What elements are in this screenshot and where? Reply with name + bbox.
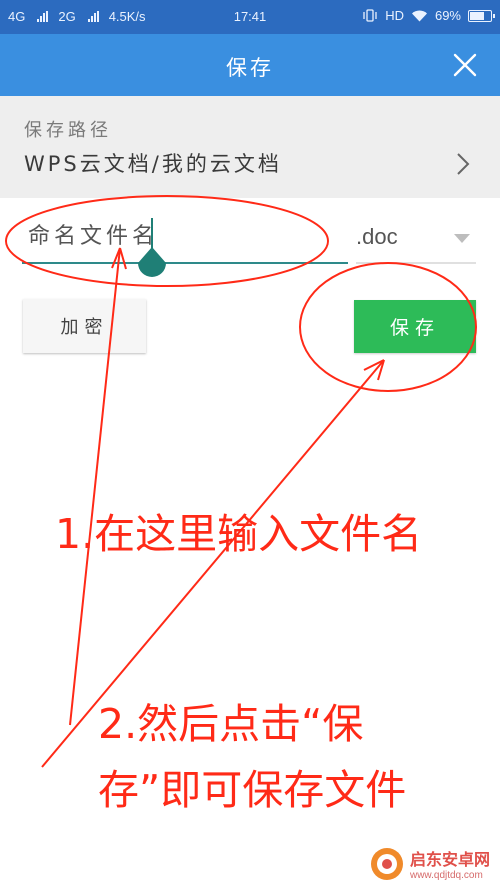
text-cursor-handle-icon[interactable] bbox=[136, 247, 168, 287]
watermark-url: www.qdjtdq.com bbox=[409, 870, 483, 881]
file-extension-select[interactable]: .doc bbox=[356, 214, 476, 264]
watermark: 启东安卓网 www.qdjtdq.com bbox=[370, 846, 490, 881]
vibrate-icon bbox=[363, 9, 377, 22]
save-path-row[interactable]: 保存路径 WPS云文档/我的云文档 bbox=[0, 96, 500, 198]
chevron-right-icon bbox=[457, 153, 470, 175]
close-icon[interactable] bbox=[452, 52, 478, 78]
arrowhead-save-icon bbox=[363, 359, 385, 381]
status-bar: 4G 2G 4.5K/s 17:41 HD 69% bbox=[0, 0, 500, 34]
annotation-step2-line2: 存”即可保存文件 bbox=[98, 766, 407, 814]
dialog-header: 保存 bbox=[0, 34, 500, 96]
wifi-icon bbox=[411, 10, 427, 22]
dropdown-caret-icon bbox=[454, 234, 470, 243]
encrypt-button[interactable]: 加密 bbox=[23, 299, 146, 353]
save-button[interactable]: 保存 bbox=[354, 300, 476, 353]
filename-input[interactable] bbox=[28, 214, 348, 258]
annotation-step1: 1.在这里输入文件名 bbox=[55, 510, 423, 558]
filename-underline bbox=[22, 262, 348, 264]
annotation-step2-line1: 2.然后点击“保 bbox=[98, 700, 364, 748]
battery-icon bbox=[468, 9, 495, 22]
status-right: HD 69% bbox=[362, 8, 495, 23]
dialog-title: 保存 bbox=[226, 56, 274, 80]
watermark-texts: 启东安卓网 www.qdjtdq.com bbox=[410, 846, 490, 881]
battery-percent: 69% bbox=[434, 8, 461, 23]
watermark-title: 启东安卓网 bbox=[409, 850, 490, 869]
save-path-value: WPS云文档/我的云文档 bbox=[24, 152, 282, 176]
hd-label: HD bbox=[385, 8, 404, 23]
save-path-label: 保存路径 bbox=[24, 120, 112, 141]
extension-underline bbox=[356, 262, 476, 264]
battery-fill bbox=[470, 11, 484, 20]
file-extension-value: .doc bbox=[356, 224, 398, 249]
watermark-logo-icon bbox=[370, 847, 403, 880]
